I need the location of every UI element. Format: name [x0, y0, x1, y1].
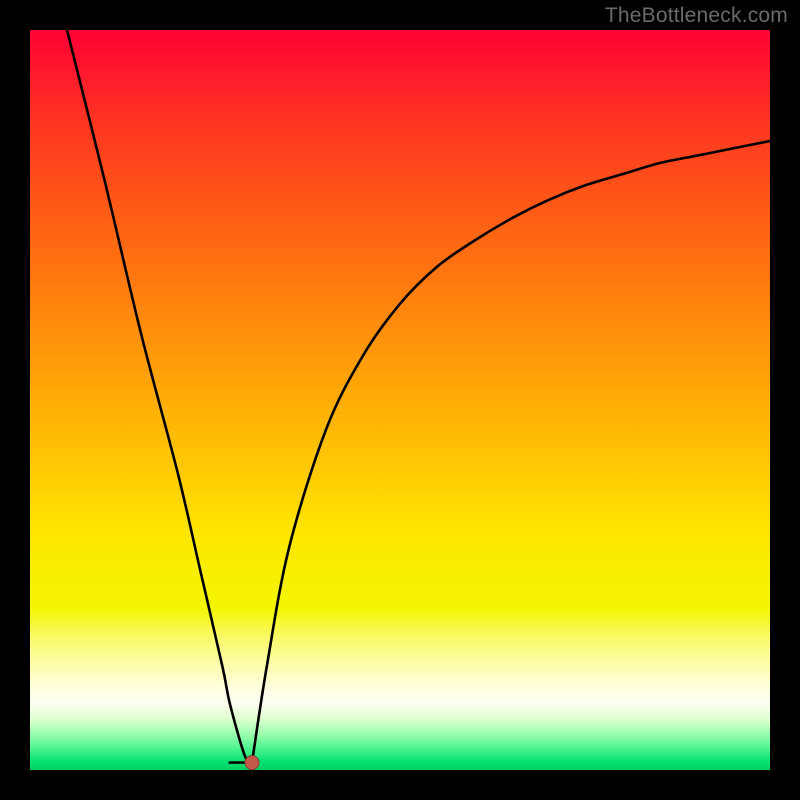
curve-left-branch [67, 30, 252, 763]
curve-right-branch [252, 141, 770, 763]
minimum-marker [245, 756, 259, 770]
curve-layer [30, 30, 770, 770]
plot-area [30, 30, 770, 770]
watermark-text: TheBottleneck.com [605, 4, 788, 28]
chart-frame: TheBottleneck.com [0, 0, 800, 800]
